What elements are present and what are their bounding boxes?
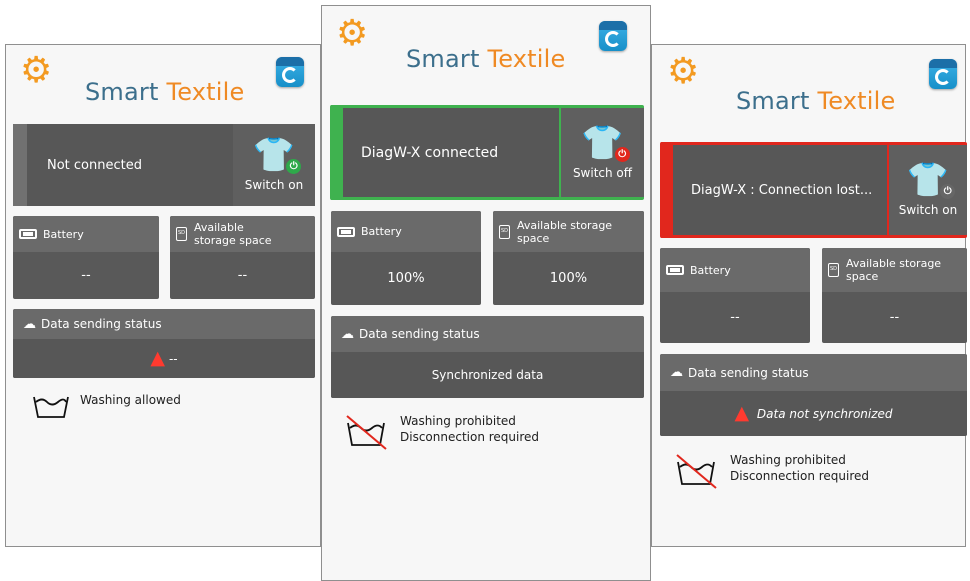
- washing-prohibited-icon: [676, 454, 717, 489]
- connection-status: DiagW-X : Connection lost...: [663, 145, 887, 235]
- sd-card-icon: SD: [828, 263, 839, 277]
- washing-indicator: Washing prohibited Disconnection require…: [344, 413, 539, 451]
- storage-value: --: [237, 268, 248, 283]
- connection-card[interactable]: DiagW-X : Connection lost... 👕 ⏻ Switch o…: [660, 142, 967, 238]
- washing-indicator: Washing prohibited Disconnection require…: [674, 452, 869, 490]
- shirt-icon: 👕 ⏻: [907, 163, 956, 199]
- power-icon: ⏻: [940, 184, 956, 199]
- app-logo-icon: [929, 59, 957, 89]
- settings-gear-icon[interactable]: ⚙: [336, 16, 368, 52]
- storage-label: Available storage space: [517, 218, 613, 245]
- battery-header: Battery: [331, 211, 481, 252]
- shirt-icon: 👕 ⏻: [253, 138, 302, 174]
- washing-indicator: Washing allowed: [32, 392, 181, 420]
- screen-connection-lost: ⚙ Smart Textile DiagW-X : Connection los…: [651, 44, 967, 547]
- storage-label: Available storage space: [846, 257, 942, 283]
- data-status-header: ☁ Data sending status: [13, 309, 315, 339]
- washing-allowed-icon: [33, 396, 69, 418]
- data-status-value: Synchronized data: [431, 368, 544, 382]
- storage-tile: SD Available storage space --: [170, 216, 315, 299]
- washing-line1: Washing allowed: [80, 393, 181, 407]
- brand-title: Smart Textile: [736, 87, 896, 115]
- washing-line2: Disconnection required: [730, 469, 870, 483]
- brand-title: Smart Textile: [85, 78, 245, 106]
- connection-status: Not connected: [13, 124, 231, 206]
- brand-title: Smart Textile: [406, 45, 566, 73]
- switch-on-button[interactable]: 👕 ⏻ Switch on: [233, 124, 315, 206]
- screen-connected: ⚙ Smart Textile DiagW-X connected 👕 ⏻ Swi…: [321, 5, 651, 581]
- data-status-value: --: [168, 351, 178, 366]
- washing-prohibited-icon: [346, 415, 387, 450]
- power-icon: ⏻: [286, 159, 302, 174]
- data-status-header: ☁ Data sending status: [660, 354, 967, 391]
- data-status-body: ▲ Data not synchronized: [660, 391, 967, 436]
- data-status-label: Data sending status: [359, 327, 480, 341]
- settings-gear-icon[interactable]: ⚙: [667, 54, 699, 90]
- cloud-upload-icon: ☁: [670, 365, 683, 380]
- storage-header: SD Available storage space: [822, 248, 967, 292]
- washing-line2: Disconnection required: [400, 430, 540, 444]
- switch-label: Switch on: [898, 203, 958, 217]
- app-logo-icon: [276, 57, 304, 87]
- battery-value: 100%: [387, 271, 425, 286]
- screen-not-connected: ⚙ Smart Textile Not connected 👕 ⏻ Switch …: [5, 44, 321, 547]
- battery-tile: Battery 100%: [331, 211, 481, 305]
- switch-on-button[interactable]: 👕 ⏻ Switch on: [887, 145, 967, 235]
- switch-label: Switch off: [572, 165, 633, 180]
- battery-header: Battery: [13, 216, 159, 252]
- cloud-upload-icon: ☁: [341, 326, 354, 342]
- storage-tile: SD Available storage space --: [822, 248, 967, 343]
- battery-label: Battery: [43, 227, 84, 241]
- data-status-label: Data sending status: [688, 365, 809, 380]
- storage-value: 100%: [549, 271, 588, 286]
- storage-label: Available storage space: [194, 221, 272, 247]
- data-status-panel: ☁ Data sending status Synchronized data: [331, 316, 644, 398]
- data-status-value: Data not synchronized: [756, 406, 893, 421]
- data-status-panel: ☁ Data sending status ▲ Data not synchron…: [660, 354, 967, 436]
- data-status-body: Synchronized data: [331, 352, 644, 398]
- washing-line1: Washing prohibited: [730, 453, 846, 467]
- switch-label: Switch on: [244, 178, 304, 192]
- data-status-body: ▲ --: [13, 339, 315, 378]
- warning-icon: ▲: [734, 402, 750, 424]
- shirt-icon: 👕 ⏻: [581, 126, 630, 162]
- connection-card[interactable]: DiagW-X connected 👕 ⏻ Switch off: [330, 105, 644, 200]
- storage-tile: SD Available storage space 100%: [493, 211, 644, 305]
- connection-status-text: Not connected: [47, 157, 142, 173]
- sd-card-icon: SD: [499, 224, 510, 239]
- battery-tile: Battery --: [13, 216, 159, 299]
- battery-value: --: [730, 310, 740, 325]
- cloud-upload-icon: ☁: [23, 316, 36, 332]
- battery-value: --: [81, 268, 91, 283]
- connection-card[interactable]: Not connected 👕 ⏻ Switch on: [13, 124, 315, 206]
- warning-icon: ▲: [150, 347, 165, 369]
- data-status-panel: ☁ Data sending status ▲ --: [13, 309, 315, 378]
- app-logo-icon: [599, 21, 627, 51]
- connection-status: DiagW-X connected: [333, 108, 559, 197]
- sd-card-icon: SD: [176, 227, 187, 241]
- connection-status-text: DiagW-X : Connection lost...: [691, 182, 873, 198]
- data-status-header: ☁ Data sending status: [331, 316, 644, 352]
- storage-header: SD Available storage space: [493, 211, 644, 252]
- storage-value: --: [889, 310, 900, 325]
- battery-label: Battery: [361, 225, 402, 238]
- battery-icon: [19, 229, 37, 239]
- battery-tile: Battery --: [660, 248, 810, 343]
- power-icon: ⏻: [614, 146, 630, 162]
- switch-off-button[interactable]: 👕 ⏻ Switch off: [559, 108, 644, 197]
- connection-status-text: DiagW-X connected: [361, 144, 499, 161]
- battery-label: Battery: [690, 263, 731, 277]
- battery-header: Battery: [660, 248, 810, 292]
- battery-icon: [337, 226, 355, 237]
- battery-icon: [666, 265, 684, 275]
- washing-line1: Washing prohibited: [400, 414, 516, 428]
- data-status-label: Data sending status: [41, 317, 162, 331]
- settings-gear-icon[interactable]: ⚙: [20, 53, 52, 89]
- storage-header: SD Available storage space: [170, 216, 315, 252]
